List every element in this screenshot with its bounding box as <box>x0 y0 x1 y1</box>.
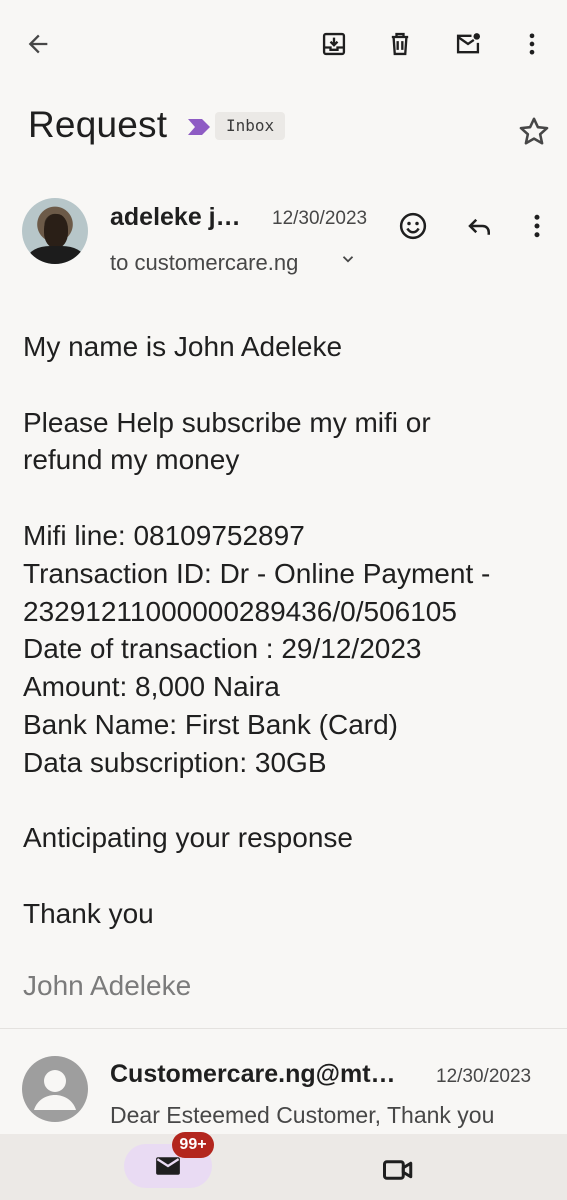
sender-name[interactable]: adeleke j… <box>110 203 241 232</box>
emoji-reaction-button[interactable] <box>395 208 431 244</box>
divider <box>0 1028 567 1029</box>
reply-snippet[interactable]: Dear Esteemed Customer, Thank you <box>110 1102 494 1129</box>
importance-marker-icon[interactable] <box>186 117 212 137</box>
subject-row: Request Inbox <box>0 100 567 156</box>
back-button[interactable] <box>16 22 60 66</box>
chevron-down-icon[interactable] <box>339 250 357 268</box>
body-line: Transaction ID: Dr - Online Payment - <box>23 557 491 589</box>
body-line: Data subscription: 30GB <box>23 746 327 778</box>
body-line: Mifi line: 08109752897 <box>23 519 305 551</box>
message-body: My name is John Adeleke Please Help subs… <box>23 328 553 933</box>
sender-avatar[interactable] <box>22 198 88 264</box>
person-icon <box>34 1070 76 1110</box>
body-line: Amount: 8,000 Naira <box>23 671 280 703</box>
reply-date: 12/30/2023 <box>436 1066 532 1087</box>
star-icon[interactable] <box>516 114 552 150</box>
archive-button[interactable] <box>312 22 356 66</box>
signature: John Adeleke <box>23 970 192 1001</box>
message-date: 12/30/2023 <box>272 208 368 229</box>
body-line: refund my money <box>23 444 240 476</box>
message-more-button[interactable] <box>519 208 555 244</box>
top-toolbar <box>0 0 567 88</box>
reply-sender-name[interactable]: Customercare.ng@mt… <box>110 1060 396 1089</box>
avatar-face <box>44 214 68 248</box>
body-line: Bank Name: First Bank (Card) <box>23 708 398 740</box>
body-line: Anticipating your response <box>23 822 353 854</box>
smiley-icon <box>399 212 427 240</box>
avatar-shirt <box>28 246 84 264</box>
trash-icon <box>391 32 409 56</box>
body-line: Date of transaction : 29/12/2023 <box>23 633 422 665</box>
mark-unread-button[interactable] <box>446 22 490 66</box>
body-line: Thank you <box>23 897 154 929</box>
unread-count-badge: 99+ <box>172 1132 214 1158</box>
more-options-button[interactable] <box>510 22 554 66</box>
recipient-details[interactable]: to customercare.ng <box>110 250 298 276</box>
reply-icon <box>468 218 490 235</box>
mark-unread-icon <box>456 33 481 54</box>
reply-button[interactable] <box>462 208 498 244</box>
body-line: Please Help subscribe my mifi or <box>23 406 431 438</box>
more-vert-icon <box>529 33 535 55</box>
video-camera-icon[interactable] <box>380 1152 416 1188</box>
archive-icon <box>322 32 346 56</box>
body-line: My name is John Adeleke <box>23 331 343 362</box>
delete-button[interactable] <box>378 22 422 66</box>
email-subject: Request <box>28 104 168 145</box>
bottom-navigation: 99+ <box>0 1132 567 1200</box>
arrow-back-icon <box>28 34 48 54</box>
more-vert-icon <box>534 214 540 238</box>
body-line: 232912110000002894​36/0/506105 <box>23 595 457 627</box>
inbox-label-chip[interactable]: Inbox <box>215 112 286 140</box>
reply-sender-avatar[interactable] <box>22 1056 88 1122</box>
